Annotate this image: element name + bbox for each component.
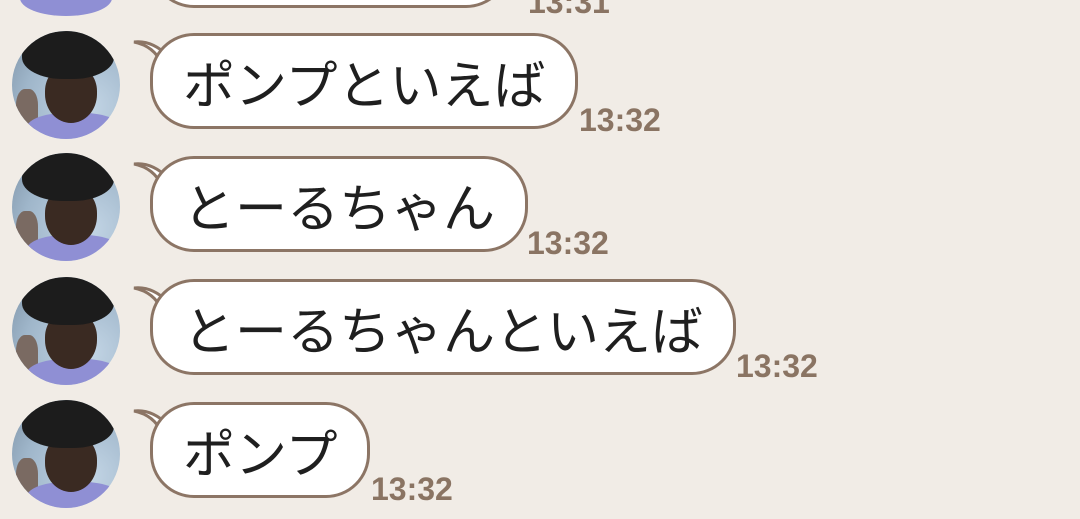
message-bubble[interactable]: ポンプ: [150, 402, 371, 498]
message-time: 13:32: [579, 102, 661, 138]
previous-avatar[interactable]: [20, 0, 112, 16]
message-time: 13:32: [371, 471, 453, 507]
message-bubble[interactable]: とーるちゃん: [150, 156, 529, 252]
message-time: 13:32: [736, 348, 818, 384]
message-bubble[interactable]: ポンプといえば: [150, 33, 579, 129]
user-avatar-icon[interactable]: [12, 31, 120, 139]
user-avatar-icon[interactable]: [12, 400, 120, 508]
message-time: 13:32: [527, 225, 609, 261]
user-avatar-icon[interactable]: [12, 153, 120, 261]
message-bubble[interactable]: とーるちゃんといえば: [150, 279, 737, 375]
previous-message-time: 13:31: [528, 0, 610, 20]
previous-message-bubble[interactable]: [150, 0, 510, 8]
user-avatar-icon[interactable]: [12, 277, 120, 385]
